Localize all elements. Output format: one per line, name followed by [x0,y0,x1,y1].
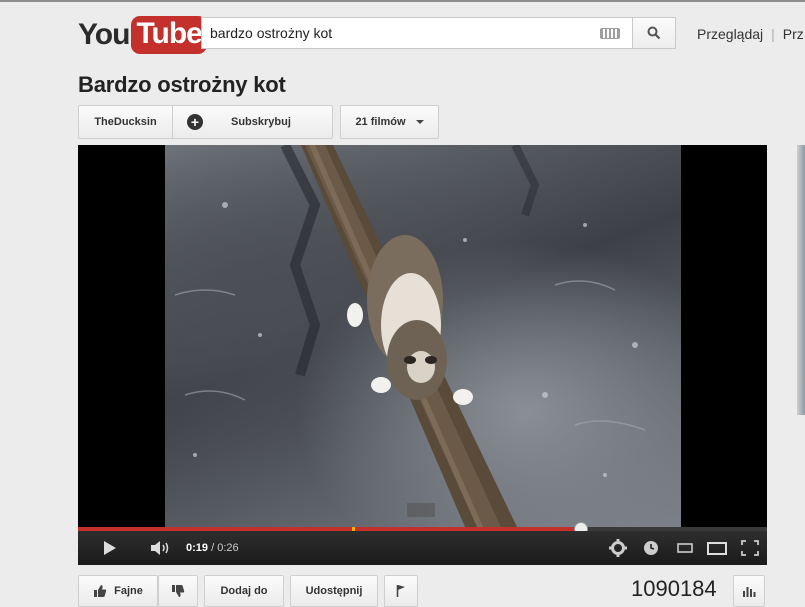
video-title: Bardzo ostrożny kot [78,72,286,97]
volume-button[interactable] [144,531,178,565]
stats-button[interactable] [733,575,765,607]
clock-icon [644,541,658,555]
plus-icon: + [187,114,203,130]
subscribe-label: Subskrybuj [231,116,291,128]
small-player-button[interactable] [675,531,695,565]
nav-browse-link[interactable]: Przeglądaj [697,26,763,42]
volume-icon [151,541,169,555]
time-display: 0:19 / 0:26 [186,542,239,554]
search-button[interactable] [633,17,676,49]
share-button[interactable]: Udostępnij [290,575,378,607]
large-player-button[interactable] [705,531,729,565]
youtube-logo[interactable]: You Tube [78,15,207,55]
time-separator: / [211,542,215,554]
large-player-icon [707,541,727,555]
channel-name-button[interactable]: TheDucksin [78,105,173,139]
dislike-button[interactable] [158,575,198,607]
search-icon [647,26,661,40]
add-to-label: Dodaj do [220,585,268,597]
fullscreen-icon [741,540,759,556]
time-total: 0:26 [217,542,239,554]
nav-next-link[interactable]: Prz [783,26,804,42]
channel-name: TheDucksin [94,116,157,128]
search-input[interactable] [202,25,598,41]
nav-separator: | [771,26,775,42]
search-box[interactable] [201,17,633,49]
settings-button[interactable] [606,531,630,565]
keyboard-icon[interactable] [600,28,620,39]
video-content-cat [174,145,646,527]
play-button[interactable] [90,531,130,565]
subscribe-button[interactable]: + Subskrybuj [172,105,333,139]
chevron-down-icon [415,120,424,124]
video-frame[interactable] [165,145,681,527]
channel-videos-dropdown[interactable]: 21 filmów [340,105,439,139]
watch-later-button[interactable] [639,531,663,565]
logo-tube-text: Tube [131,16,207,54]
play-icon [104,541,116,555]
logo-you-text: You [78,18,130,51]
view-count: 1090184 [631,576,717,601]
stats-icon [743,587,756,597]
videos-count-label: 21 filmów [355,116,406,128]
share-label: Udostępnij [305,585,363,597]
gear-icon [609,539,627,557]
top-nav: Przeglądaj | Prz [697,26,804,42]
fullscreen-button[interactable] [738,531,762,565]
report-button[interactable] [384,575,418,607]
small-player-icon [677,543,693,553]
add-to-button[interactable]: Dodaj do [204,575,284,607]
time-current: 0:19 [186,542,209,554]
player-controls: 0:19 / 0:26 [78,531,767,565]
like-button[interactable]: Fajne [78,575,158,607]
video-player[interactable]: 0:19 / 0:26 [78,145,767,565]
like-label: Fajne [114,585,143,597]
sidebar-thumbnail-edge[interactable] [797,145,805,415]
top-border [0,0,805,2]
